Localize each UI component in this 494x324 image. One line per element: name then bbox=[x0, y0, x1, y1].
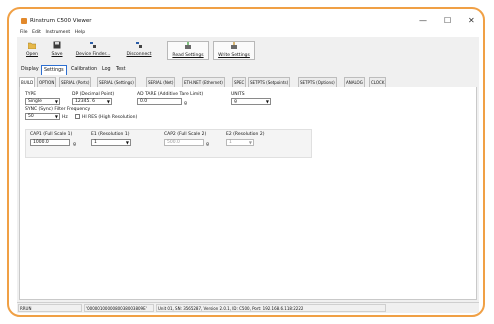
chevron-down-icon: ▼ bbox=[248, 140, 252, 145]
tab-log[interactable]: Log bbox=[100, 65, 113, 75]
cap1-input[interactable]: 1000.0 bbox=[30, 139, 70, 146]
units-select[interactable]: g ▼ bbox=[231, 98, 271, 105]
app-window: Rinstrum C500 Viewer — ☐ ✕ File Edit Ins… bbox=[17, 15, 479, 313]
subtab-option[interactable]: OPTION bbox=[37, 77, 57, 87]
minimize-button[interactable]: — bbox=[419, 16, 427, 26]
open-folder-icon bbox=[28, 42, 36, 49]
e2-label: E2 (Resolution 2) bbox=[226, 132, 265, 137]
write-settings-label: Write Settings bbox=[218, 53, 250, 58]
open-button[interactable]: Open bbox=[21, 41, 43, 60]
ad-tare-unit: g bbox=[184, 101, 187, 106]
status-info: Unit 01, SN: 3565287, Version 2.0.1, ID:… bbox=[156, 304, 386, 312]
chevron-down-icon: ▼ bbox=[125, 140, 129, 145]
disconnect-label: Disconnect bbox=[126, 52, 152, 57]
app-icon bbox=[21, 18, 27, 24]
dp-value: 12345. 6 bbox=[75, 99, 96, 104]
subtab-analog[interactable]: ANALOG bbox=[344, 77, 365, 87]
e2-value: 1 bbox=[229, 140, 232, 145]
disconnect-button[interactable]: Disconnect bbox=[121, 41, 157, 60]
chevron-down-icon: ▼ bbox=[54, 114, 58, 119]
toolbar: Open Save Device Finder... Disconnect Re… bbox=[17, 39, 479, 62]
title-bar: Rinstrum C500 Viewer — ☐ ✕ bbox=[17, 15, 479, 29]
subtab-build[interactable]: BUILD bbox=[19, 77, 36, 87]
menu-edit[interactable]: Edit bbox=[32, 29, 41, 37]
menu-instrument[interactable]: Instrument bbox=[45, 29, 70, 37]
chevron-down-icon: ▼ bbox=[54, 99, 58, 104]
tab-settings[interactable]: Settings bbox=[41, 65, 67, 75]
units-value: g bbox=[234, 99, 237, 104]
dp-select[interactable]: 12345. 6 ▼ bbox=[72, 98, 112, 105]
type-label: TYPE bbox=[25, 92, 37, 97]
tab-display[interactable]: Display bbox=[19, 65, 41, 75]
sync-label: SYNC (Sync) Filter Frequency bbox=[25, 107, 91, 112]
type-select[interactable]: Single ▼ bbox=[25, 98, 60, 105]
hi-res-label: HI RES (High Resolution) bbox=[82, 115, 138, 120]
subtab-serial-ports[interactable]: SERIAL (Ports) bbox=[59, 77, 92, 87]
menu-file[interactable]: File bbox=[20, 29, 28, 37]
read-settings-button[interactable]: Read Settings bbox=[167, 41, 209, 60]
build-panel: TYPE Single ▼ DP (Decimal Point) 12345. 6… bbox=[19, 87, 477, 300]
subtab-clock[interactable]: CLOCK bbox=[369, 77, 387, 87]
read-settings-label: Read Settings bbox=[172, 53, 204, 58]
hi-res-checkbox[interactable] bbox=[75, 114, 80, 119]
device-finder-button[interactable]: Device Finder... bbox=[73, 41, 113, 60]
disconnect-icon bbox=[136, 42, 142, 48]
status-bar: RRUN '0000010000080038003809E' Unit 01, … bbox=[17, 302, 479, 313]
subtab-setpts-setpoints[interactable]: SETPTS (Setpoints) bbox=[248, 77, 291, 87]
device-finder-icon bbox=[90, 42, 96, 48]
screenshot-frame: Rinstrum C500 Viewer — ☐ ✕ File Edit Ins… bbox=[7, 7, 485, 317]
menu-help[interactable]: Help bbox=[75, 29, 85, 37]
close-button[interactable]: ✕ bbox=[468, 16, 475, 26]
cap2-unit: g bbox=[206, 142, 209, 147]
write-settings-icon bbox=[231, 42, 237, 49]
units-label: UNITS bbox=[231, 92, 245, 97]
tab-test[interactable]: Test bbox=[114, 65, 127, 75]
sync-unit: Hz bbox=[62, 115, 68, 120]
type-value: Single bbox=[28, 99, 42, 104]
e1-select[interactable]: 1 ▼ bbox=[91, 139, 131, 146]
chevron-down-icon: ▼ bbox=[265, 99, 269, 104]
read-settings-icon bbox=[185, 42, 191, 49]
ad-tare-label: AD TARE (Additive Tare Limit) bbox=[137, 92, 204, 97]
save-disk-icon bbox=[53, 41, 61, 49]
status-run: RRUN bbox=[18, 304, 82, 312]
e1-value: 1 bbox=[94, 140, 97, 145]
save-label: Save bbox=[51, 52, 63, 57]
ad-tare-input[interactable]: 0.0 bbox=[137, 98, 182, 105]
subtab-spec[interactable]: SPEC bbox=[232, 77, 247, 87]
subtab-ethnet[interactable]: ETH.NET (Ethernet) bbox=[182, 77, 225, 87]
dp-label: DP (Decimal Point) bbox=[72, 92, 115, 97]
cap1-label: CAP1 (Full Scale 1) bbox=[30, 132, 73, 137]
maximize-button[interactable]: ☐ bbox=[444, 16, 451, 26]
subtab-serial-settings[interactable]: SERIAL (Settings) bbox=[97, 77, 136, 87]
save-button[interactable]: Save bbox=[47, 41, 67, 60]
tab-calibration[interactable]: Calibration bbox=[69, 65, 99, 75]
cap1-unit: g bbox=[73, 142, 76, 147]
sync-select[interactable]: 50 ▼ bbox=[25, 113, 60, 120]
e1-label: E1 (Resolution 1) bbox=[91, 132, 130, 137]
device-finder-label: Device Finder... bbox=[75, 52, 111, 57]
sync-value: 50 bbox=[28, 114, 34, 119]
menu-bar: File Edit Instrument Help bbox=[17, 29, 479, 37]
write-settings-button[interactable]: Write Settings bbox=[213, 41, 255, 60]
chevron-down-icon: ▼ bbox=[106, 99, 110, 104]
window-title: Rinstrum C500 Viewer bbox=[30, 18, 92, 24]
subtab-setpts-options[interactable]: SETPTS (Options) bbox=[298, 77, 337, 87]
status-serial: '0000010000080038003809E' bbox=[84, 304, 154, 312]
cap2-input[interactable]: 500.0 bbox=[164, 139, 204, 146]
scale-groupbox: CAP1 (Full Scale 1) 1000.0 g E1 (Resolut… bbox=[25, 129, 312, 158]
e2-select[interactable]: 1 ▼ bbox=[226, 139, 254, 146]
open-label: Open bbox=[25, 52, 39, 57]
subtab-serial-net[interactable]: SERIAL (Net) bbox=[146, 77, 176, 87]
cap2-label: CAP2 (Full Scale 2) bbox=[164, 132, 207, 137]
